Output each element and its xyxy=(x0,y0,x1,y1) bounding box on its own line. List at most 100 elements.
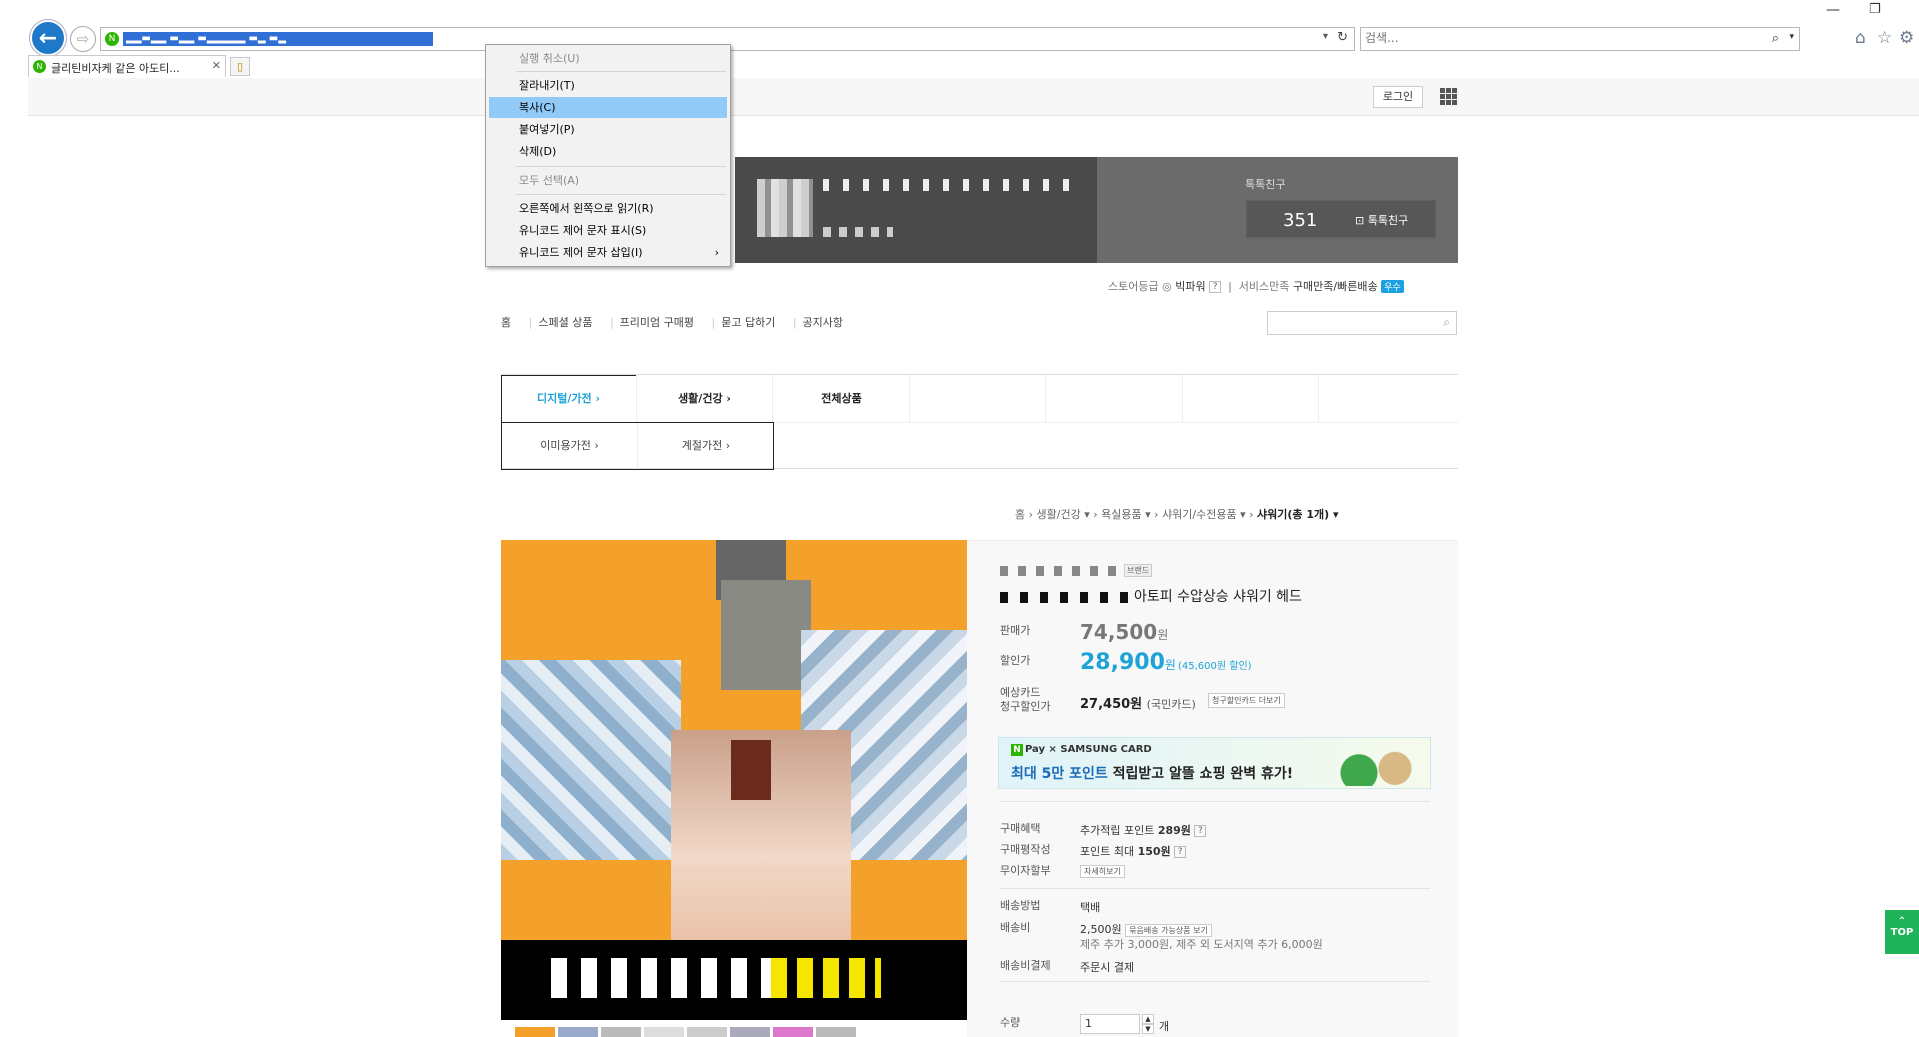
minimize-icon[interactable]: — xyxy=(1826,2,1840,18)
store-name-blurred xyxy=(823,179,1073,191)
ship-fee-value: 2,500원 xyxy=(1080,923,1122,936)
store-subnav: 홈 | 스페셜 상품 | 프리미엄 구매평 | 묻고 답하기 | 공지사항 xyxy=(501,316,844,329)
store-search-input[interactable]: ⌕ xyxy=(1267,311,1457,335)
npay-banner[interactable]: N Pay × SAMSUNG CARD 최대 5만 포인트 적립받고 알뜰 쇼핑… xyxy=(998,737,1431,789)
talk-friends-label: 톡톡친구 xyxy=(1245,178,1286,191)
menu-item-rtl[interactable]: 오른쪽에서 왼쪽으로 읽기(R) xyxy=(489,198,727,219)
quantity-input[interactable]: 1 xyxy=(1080,1014,1140,1034)
currency-unit: 원 xyxy=(1164,658,1176,672)
service-value: 구매만족/빠른배송 xyxy=(1292,280,1378,293)
menu-item-paste[interactable]: 붙여넣기(P) xyxy=(489,119,727,140)
context-menu: 실행 취소(U) 잘라내기(T) 복사(C) 붙여넣기(P) 삭제(D) 모두 … xyxy=(485,44,731,267)
help-icon[interactable]: ? xyxy=(1194,825,1207,837)
menu-item-insert-unicode-label: 유니코드 제어 문자 삽입(I) xyxy=(519,246,643,259)
crumb-bath[interactable]: 욕실용품 ▾ xyxy=(1101,508,1151,521)
crumb-shower-acc[interactable]: 샤워기/수전용품 ▾ xyxy=(1162,508,1246,521)
menu-item-cut[interactable]: 잘라내기(T) xyxy=(489,75,727,96)
thumbnail-strip[interactable] xyxy=(515,1027,856,1037)
chevron-down-icon[interactable]: ▾ xyxy=(1789,32,1794,42)
chevron-right-icon: › xyxy=(714,246,719,259)
card-label-2: 청구할인가 xyxy=(1000,700,1051,713)
refresh-icon[interactable]: ↻ xyxy=(1337,30,1348,45)
card-more-button[interactable]: 청구할인카드 더보기 xyxy=(1208,693,1285,708)
banner-illustration xyxy=(1332,742,1422,786)
service-badge: 우수 xyxy=(1381,280,1404,293)
review-label: 구매평작성 xyxy=(1000,843,1051,856)
close-icon[interactable]: ✕ xyxy=(212,59,221,72)
crumb-shower[interactable]: 샤워기(총 1개) ▾ xyxy=(1257,508,1339,521)
sale-price-value: 28,900 xyxy=(1080,650,1165,675)
chevron-down-icon[interactable]: ▾ xyxy=(1323,31,1328,42)
service-label: 서비스만족 xyxy=(1238,280,1290,293)
tab-title: 글리틴비자케 같은 아도티... xyxy=(51,62,180,75)
star-icon[interactable]: ☆ xyxy=(1877,28,1892,48)
subnav-notice[interactable]: 공지사항 xyxy=(803,316,843,329)
address-url[interactable]: ▂▂▬▂▂ ▬▂▂ ▬▂▂▂▂▂ ▬▂ ▬▂ xyxy=(123,32,433,46)
category-grid: 디지털/가전 › 생활/건강 › 전체상품 이미용가전 › 계절가전 › xyxy=(501,374,1458,470)
gear-icon[interactable]: ⚙ xyxy=(1899,28,1914,48)
browser-tab[interactable]: N 글리틴비자케 같은 아도티... ✕ xyxy=(28,55,226,77)
talk-friends-box: 351 ⊡ 톡톡친구 xyxy=(1246,200,1436,238)
ship-method-value: 택배 xyxy=(1080,901,1101,914)
home-icon[interactable]: ⌂ xyxy=(1855,28,1866,48)
store-logo[interactable] xyxy=(757,179,813,237)
grade-label: 스토어등급 xyxy=(1108,280,1159,293)
card-price: 27,450원 (국민카드) xyxy=(1080,693,1196,712)
category-all[interactable]: 전체상품 xyxy=(774,375,910,422)
browser-search[interactable]: ⌕ ▾ xyxy=(1360,27,1800,51)
chat-icon: ⊡ xyxy=(1355,214,1368,227)
category-digital[interactable]: 디지털/가전 › xyxy=(501,375,637,422)
npay-text: 적립받고 알뜰 쇼핑 완벽 휴가! xyxy=(1107,766,1294,782)
bundle-ship-button[interactable]: 묶음배송 가능상품 보기 xyxy=(1125,923,1212,937)
browser-search-input[interactable] xyxy=(1365,31,1745,45)
price-label: 판매가 xyxy=(1000,624,1031,637)
subnav-home[interactable]: 홈 xyxy=(501,316,511,329)
talk-friends-button[interactable]: ⊡ 톡톡친구 xyxy=(1355,212,1408,228)
forward-arrow-icon[interactable]: ⇨ xyxy=(70,26,96,52)
naver-pay-icon: N xyxy=(1011,744,1023,756)
top-label: TOP xyxy=(1890,927,1914,938)
ship-pay-value: 주문시 결제 xyxy=(1080,961,1135,974)
crumb-living[interactable]: 생활/건강 ▾ xyxy=(1037,508,1090,521)
benefit-label: 구매혜택 xyxy=(1000,822,1041,835)
menu-item-undo[interactable]: 실행 취소(U) xyxy=(489,48,727,69)
new-tab-button[interactable]: ▯ xyxy=(230,57,250,76)
installment-detail-button[interactable]: 자세히보기 xyxy=(1080,864,1125,878)
ship-pay-label: 배송비결제 xyxy=(1000,959,1051,972)
crumb-home[interactable]: 홈 xyxy=(1015,508,1025,521)
category-living[interactable]: 생활/건강 › xyxy=(637,375,773,422)
help-icon[interactable]: ? xyxy=(1174,846,1187,858)
login-button[interactable]: 로그인 xyxy=(1373,86,1423,108)
discount-note: (45,600원 할인) xyxy=(1178,661,1252,672)
menu-item-insert-unicode[interactable]: 유니코드 제어 문자 삽입(I) › xyxy=(489,242,727,263)
scroll-top-button[interactable]: ⌃ TOP xyxy=(1885,910,1919,954)
menu-item-delete[interactable]: 삭제(D) xyxy=(489,141,727,162)
help-icon[interactable]: ? xyxy=(1209,281,1222,293)
search-icon[interactable]: ⌕ xyxy=(1772,31,1779,46)
menu-item-show-unicode[interactable]: 유니코드 제어 문자 표시(S) xyxy=(489,220,727,241)
qty-up-icon[interactable]: ▲ xyxy=(1142,1014,1154,1024)
back-arrow-icon[interactable]: ← xyxy=(30,20,66,56)
restore-icon[interactable]: ❐ xyxy=(1869,2,1881,17)
subcategory-beauty[interactable]: 이미용가전 › xyxy=(502,423,638,469)
qty-down-icon[interactable]: ▼ xyxy=(1142,1024,1154,1034)
brand-blurred xyxy=(1000,566,1120,576)
apps-grid-icon[interactable] xyxy=(1440,88,1457,105)
talk-friends-count: 351 xyxy=(1283,210,1318,231)
medal-icon: ◎ xyxy=(1162,280,1176,293)
subnav-special[interactable]: 스페셜 상품 xyxy=(538,316,592,329)
product-image[interactable] xyxy=(501,540,967,1020)
naver-store-icon: N xyxy=(105,32,119,46)
search-icon[interactable]: ⌕ xyxy=(1443,315,1450,330)
breadcrumb: 홈 › 생활/건강 ▾ › 욕실용품 ▾ › 샤워기/수전용품 ▾ › 샤워기(… xyxy=(1015,508,1339,521)
subnav-qna[interactable]: 묻고 답하기 xyxy=(721,316,775,329)
brand-tag: 브랜드 xyxy=(1124,564,1153,577)
subnav-reviews[interactable]: 프리미엄 구매평 xyxy=(620,316,694,329)
subcategory-seasonal[interactable]: 계절가전 › xyxy=(638,423,774,469)
product-name: 아토피 수압상승 샤워기 헤드 xyxy=(1134,589,1302,605)
card-name: (국민카드) xyxy=(1146,698,1196,711)
sale-label: 할인가 xyxy=(1000,654,1031,667)
store-topbar xyxy=(28,78,1919,116)
menu-item-select-all[interactable]: 모두 선택(A) xyxy=(489,170,727,191)
menu-item-copy[interactable]: 복사(C) xyxy=(489,97,727,118)
